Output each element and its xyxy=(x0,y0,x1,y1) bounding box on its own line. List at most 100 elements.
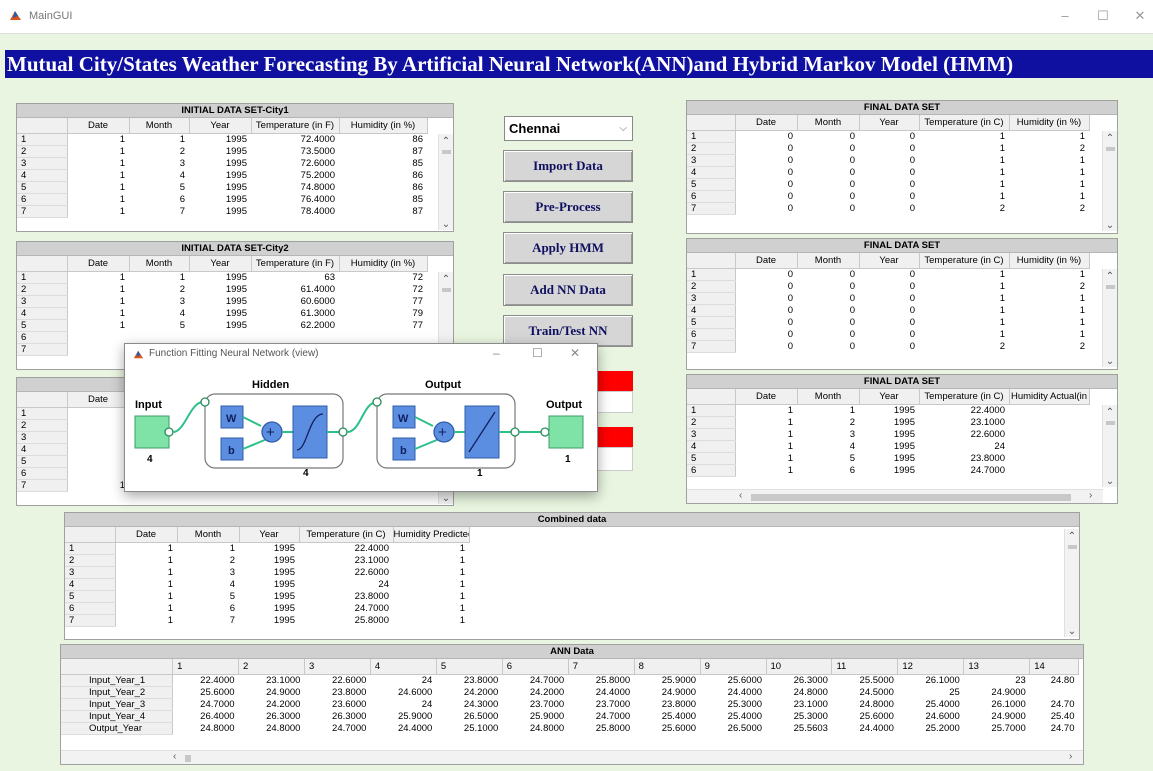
column-header[interactable]: Temperature (in C) xyxy=(299,527,394,543)
row-header[interactable]: 2 xyxy=(17,283,68,296)
final-data-set-table-3[interactable]: FINAL DATA SET Date Month Year Temperature (… xyxy=(686,374,1118,504)
table-cell[interactable]: 1 xyxy=(1009,178,1089,190)
table-cell[interactable] xyxy=(67,419,129,431)
table-cell[interactable]: 2 xyxy=(129,283,189,295)
scroll-down-icon[interactable]: ⌄ xyxy=(1065,626,1079,637)
column-header[interactable]: Date xyxy=(115,527,178,543)
column-header[interactable]: Temperature (in C) xyxy=(919,253,1010,269)
table-row[interactable]: 100011 xyxy=(687,130,1089,143)
table-cell[interactable]: 1 xyxy=(67,307,129,319)
combined-data-table[interactable]: Combined data Date Month Year Temperature (i… xyxy=(64,512,1080,640)
column-header[interactable]: Year xyxy=(239,527,300,543)
table-row[interactable]: 5 1 5 1995 23.8000 xyxy=(687,452,1089,465)
table-cell[interactable]: 0 xyxy=(859,304,919,316)
table-cell[interactable]: 86 xyxy=(339,169,427,181)
table-row[interactable]: 400011 xyxy=(687,166,1089,179)
table-row[interactable]: 2 1 2 1995 23.1000 1 xyxy=(65,554,469,567)
column-header[interactable]: 6 xyxy=(502,659,569,675)
row-header[interactable]: 4 xyxy=(17,443,68,456)
table-cell[interactable]: 24.3000 xyxy=(436,698,502,710)
table-cell[interactable]: 24.7000 xyxy=(919,464,1009,476)
table-cell[interactable]: 2 xyxy=(1009,340,1089,352)
table-cell[interactable]: 22.4000 xyxy=(299,542,393,554)
table-row[interactable]: 3 1 3 1995 60.6000 77 xyxy=(17,295,427,308)
row-header[interactable]: 2 xyxy=(65,554,116,567)
table-row[interactable]: 3 1 3 1995 72.6000 85 xyxy=(17,157,427,170)
table-cell[interactable]: 72 xyxy=(339,271,427,283)
table-cell[interactable]: 0 xyxy=(859,202,919,214)
table-row[interactable]: 6 xyxy=(17,331,427,344)
maximize-button[interactable]: ☐ xyxy=(1093,8,1113,24)
table-cell[interactable]: 0 xyxy=(735,280,797,292)
table-cell[interactable]: 0 xyxy=(859,268,919,280)
table-cell[interactable]: 1995 xyxy=(189,181,251,193)
table-cell[interactable]: 2 xyxy=(797,416,859,428)
table-cell[interactable]: 72 xyxy=(339,283,427,295)
table-cell[interactable]: 23.1000 xyxy=(239,674,305,686)
column-header[interactable]: Temperature (in F) xyxy=(251,256,340,272)
table-cell[interactable]: 1 xyxy=(735,428,797,440)
table-cell[interactable]: 1 xyxy=(735,416,797,428)
table-cell[interactable]: 24.70 xyxy=(1030,698,1079,710)
column-header[interactable]: 14 xyxy=(1029,659,1079,675)
table-row[interactable]: 5 1 5 1995 74.8000 86 xyxy=(17,181,427,194)
scroll-up-icon[interactable]: ⌃ xyxy=(1103,407,1117,418)
row-header[interactable]: 7 xyxy=(687,202,736,215)
column-header[interactable]: 5 xyxy=(436,659,503,675)
nn-maximize-button[interactable]: ☐ xyxy=(532,346,543,360)
table-cell[interactable]: 1 xyxy=(1009,130,1089,142)
table-cell[interactable]: 0 xyxy=(735,190,797,202)
table-cell[interactable] xyxy=(67,431,129,443)
row-header[interactable]: 1 xyxy=(687,130,736,143)
table-cell[interactable]: 1995 xyxy=(859,428,919,440)
scroll-left-icon[interactable]: ‹ xyxy=(173,751,176,762)
table-cell[interactable]: 24.4000 xyxy=(832,722,898,734)
table-row[interactable]: 2 1 2 1995 23.1000 xyxy=(687,416,1089,429)
table-cell[interactable]: 72.4000 xyxy=(251,133,339,145)
table-cell[interactable]: 26.1000 xyxy=(898,674,964,686)
table-cell[interactable]: 0 xyxy=(859,328,919,340)
table-row[interactable]: 300011 xyxy=(687,154,1089,167)
table-cell[interactable]: 85 xyxy=(339,193,427,205)
close-button[interactable]: ✕ xyxy=(1130,8,1150,24)
table-cell[interactable]: 1 xyxy=(1009,316,1089,328)
table-cell[interactable] xyxy=(129,331,189,343)
row-header[interactable]: 3 xyxy=(65,566,116,579)
table-cell[interactable]: 5 xyxy=(129,181,189,193)
table-cell[interactable]: 0 xyxy=(859,340,919,352)
table-cell[interactable]: 23.1000 xyxy=(299,554,393,566)
table-cell[interactable]: 24.4000 xyxy=(700,686,766,698)
column-header[interactable]: Year xyxy=(859,389,920,405)
table-cell[interactable]: 0 xyxy=(797,340,859,352)
table-cell[interactable]: 25.6000 xyxy=(700,674,766,686)
table-cell[interactable]: 1 xyxy=(115,578,177,590)
column-header[interactable]: Month xyxy=(797,253,860,269)
row-header[interactable]: 3 xyxy=(17,295,68,308)
table-cell[interactable]: 25.6000 xyxy=(173,686,239,698)
table-cell[interactable] xyxy=(1009,404,1089,416)
scroll-down-icon[interactable]: ⌄ xyxy=(1103,356,1117,367)
table-cell[interactable]: 0 xyxy=(797,154,859,166)
table-cell[interactable]: 0 xyxy=(797,292,859,304)
add-nn-data-button[interactable]: Add NN Data xyxy=(503,274,633,306)
scroll-up-icon[interactable]: ⌃ xyxy=(439,274,453,285)
table-cell[interactable]: 26.3000 xyxy=(239,710,305,722)
table-cell[interactable]: 24.8000 xyxy=(766,686,832,698)
row-header[interactable]: 4 xyxy=(687,304,736,317)
table-row[interactable]: 500011 xyxy=(687,178,1089,191)
table-cell[interactable]: 25.8000 xyxy=(299,614,393,626)
table-cell[interactable]: 0 xyxy=(859,166,919,178)
row-header[interactable]: 6 xyxy=(17,467,68,480)
row-header[interactable]: 7 xyxy=(17,479,68,492)
table-row[interactable]: 2 1 2 1995 73.5000 87 xyxy=(17,145,427,158)
table-cell[interactable]: 1995 xyxy=(859,416,919,428)
column-header[interactable]: 8 xyxy=(634,659,701,675)
table-cell[interactable]: 72.6000 xyxy=(251,157,339,169)
table-cell[interactable]: 1995 xyxy=(189,283,251,295)
table-cell[interactable]: 25.5000 xyxy=(832,674,898,686)
table-cell[interactable]: 61.4000 xyxy=(251,283,339,295)
table-cell[interactable]: 1 xyxy=(67,145,129,157)
table-row[interactable]: Input_Year_3 24.7000 24.2000 23.6000 24 24.30… xyxy=(61,698,1079,711)
table-row[interactable]: 3 1 3 1995 22.6000 1 xyxy=(65,566,469,579)
table-cell[interactable]: 23.8000 xyxy=(919,452,1009,464)
